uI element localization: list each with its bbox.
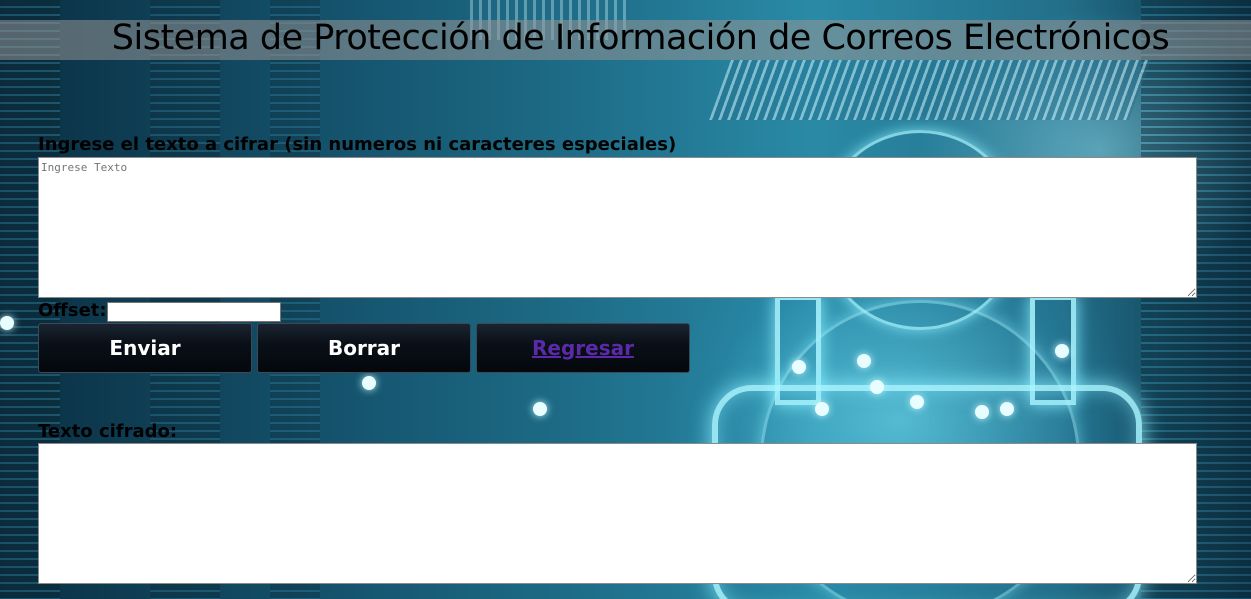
clear-button[interactable]: Borrar — [257, 323, 471, 373]
send-button[interactable]: Enviar — [38, 323, 252, 373]
page-title: Sistema de Protección de Información de … — [111, 18, 1170, 58]
plaintext-input[interactable] — [38, 157, 1197, 298]
offset-input[interactable] — [107, 302, 281, 322]
back-button[interactable]: Regresar — [476, 323, 690, 373]
ciphertext-label: Texto cifrado: — [38, 421, 178, 442]
offset-label: Offset: — [38, 300, 107, 321]
input-text-label: Ingrese el texto a cifrar (sin numeros n… — [38, 134, 677, 155]
back-link[interactable]: Regresar — [532, 336, 634, 360]
ciphertext-output[interactable] — [38, 443, 1197, 584]
